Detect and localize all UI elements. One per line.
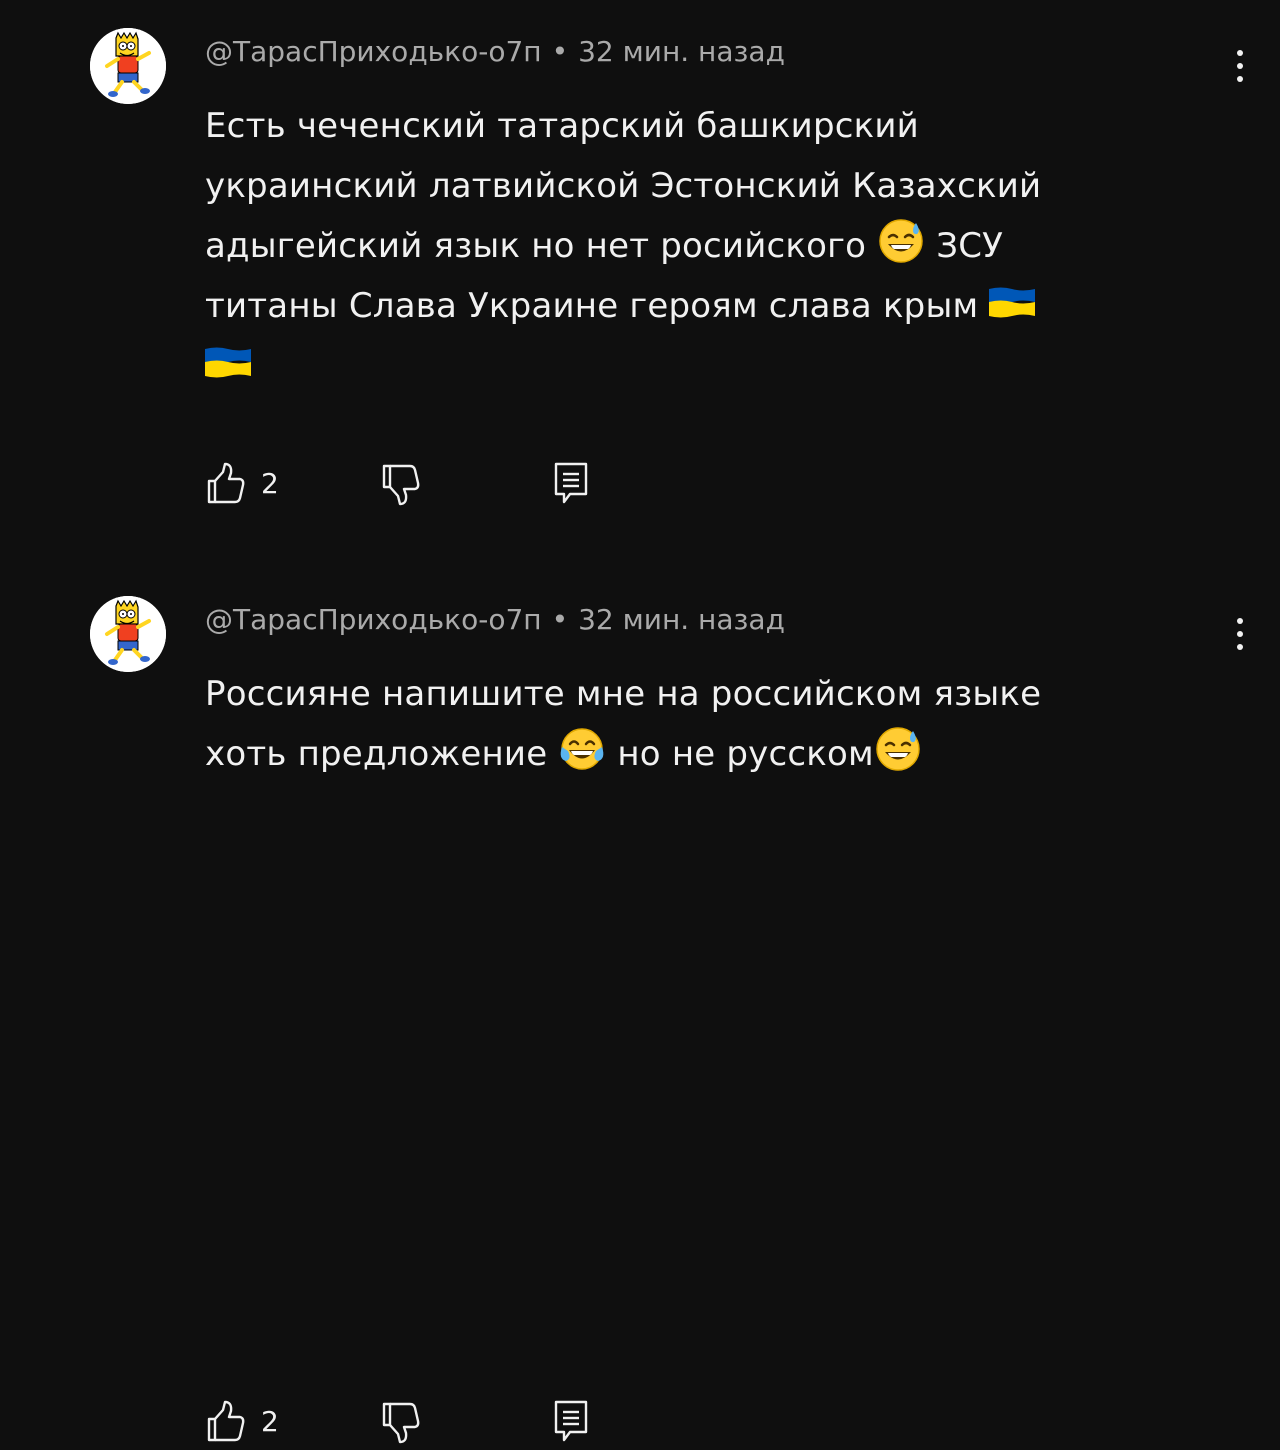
comment-line: украинский латвийской Эстонский Казахски… (205, 166, 1042, 206)
comment-menu-button[interactable] (1222, 40, 1258, 92)
more-vert-icon (1237, 618, 1243, 624)
comment-time[interactable]: 32 мин. назад (578, 603, 785, 636)
like-button[interactable]: 2 (205, 1398, 279, 1446)
cartoon-avatar-icon (90, 28, 166, 104)
avatar[interactable] (90, 28, 166, 104)
thumb-up-icon (207, 1400, 245, 1442)
face-with-tears-of-joy-icon (559, 727, 605, 771)
comment-line: титаны Слава Украине героям слава крым (205, 276, 1225, 336)
comment-line (205, 336, 1225, 396)
comment-text: Россияне напишите мне на российском язык… (205, 664, 1225, 784)
reply-icon (554, 462, 588, 504)
flag-ukraine-icon (205, 347, 251, 378)
comment-text: Есть чеченский татарский башкирский укра… (205, 96, 1225, 396)
avatar[interactable] (90, 596, 166, 672)
comment-line: хоть предложение но не русском (205, 724, 1225, 784)
thumb-up-icon (207, 462, 245, 504)
author-name[interactable]: @ТарасПриходько-о7п (205, 603, 542, 636)
like-button[interactable]: 2 (205, 460, 279, 508)
dislike-button[interactable] (380, 460, 424, 512)
comment-line: Есть чеченский татарский башкирский (205, 106, 919, 146)
comment-meta: @ТарасПриходько-о7п • 32 мин. назад (205, 32, 785, 72)
reply-icon (554, 1400, 588, 1442)
comment-line: адыгейский язык но нет росийского ЗСУ (205, 216, 1225, 276)
reply-button[interactable] (550, 1398, 594, 1450)
comment-meta: @ТарасПриходько-о7п • 32 мин. назад (205, 600, 785, 640)
comment-menu-button[interactable] (1222, 608, 1258, 660)
like-count: 2 (261, 467, 279, 500)
comment-line: Россияне напишите мне на российском язык… (205, 674, 1042, 714)
author-name[interactable]: @ТарасПриходько-о7п (205, 35, 542, 68)
comment-actions: 2 (205, 460, 625, 508)
grinning-face-with-sweat-icon (875, 726, 921, 772)
like-count: 2 (261, 1405, 279, 1438)
thumb-down-icon (382, 1402, 420, 1444)
more-vert-icon (1237, 50, 1243, 56)
thumb-down-icon (382, 464, 420, 506)
flag-ukraine-icon (989, 287, 1036, 318)
cartoon-avatar-icon (90, 596, 166, 672)
reply-button[interactable] (550, 460, 594, 512)
grinning-face-with-sweat-icon (878, 218, 924, 264)
comment-time[interactable]: 32 мин. назад (578, 35, 785, 68)
meta-separator: • (551, 35, 569, 68)
comment-actions: 2 (205, 1398, 625, 1446)
dislike-button[interactable] (380, 1398, 424, 1450)
meta-separator: • (551, 603, 569, 636)
